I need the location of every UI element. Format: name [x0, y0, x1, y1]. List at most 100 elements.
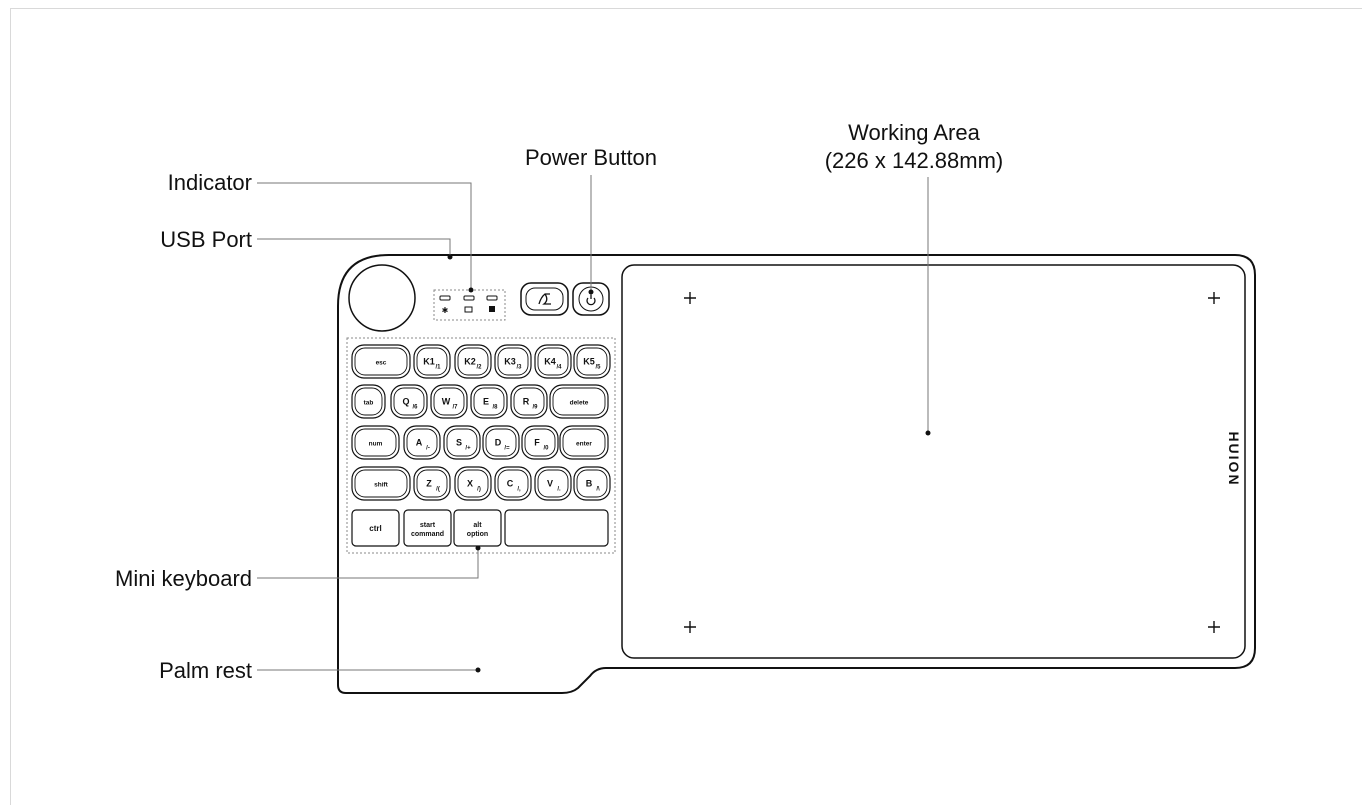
key-q[interactable]: Q/6 — [390, 384, 428, 419]
key-sublabel: /6 — [412, 405, 418, 411]
key-a[interactable]: A/- — [403, 425, 441, 460]
key-k3[interactable]: K3/3 — [494, 344, 532, 379]
key-label: S — [456, 438, 462, 448]
key-delete[interactable]: delete — [549, 384, 609, 419]
key-sublabel: /= — [504, 446, 510, 452]
key-sublabel: /1 — [435, 365, 441, 371]
key-num[interactable]: num — [351, 425, 400, 460]
key-x[interactable]: X /) — [454, 466, 492, 501]
label-working-area-size: (226 x 142.88mm) — [825, 148, 1004, 173]
key-label: K2 — [464, 357, 476, 367]
tablet-body-outline — [337, 254, 1256, 694]
key-r[interactable]: R/9 — [510, 384, 548, 419]
corner-markers — [684, 292, 1220, 633]
key-enter[interactable]: enter — [559, 425, 609, 460]
key-c[interactable]: C/, — [494, 466, 532, 501]
label-mini-keyboard: Mini keyboard — [115, 566, 252, 591]
key-label: K3 — [504, 357, 516, 367]
key-alt[interactable]: alt option — [453, 509, 502, 547]
key-esc[interactable]: esc — [351, 344, 411, 379]
label-usb-port: USB Port — [160, 227, 252, 252]
label-power-button: Power Button — [525, 145, 657, 170]
key-label: C — [507, 479, 514, 489]
key-label: E — [483, 397, 489, 407]
led-battery — [463, 295, 475, 301]
working-area — [621, 264, 1246, 659]
mode-icon — [489, 306, 495, 312]
key-label: Z — [426, 479, 432, 489]
key-sublabel: /- — [426, 446, 430, 452]
label-palm-rest: Palm rest — [159, 658, 252, 683]
key-tab[interactable]: tab — [351, 384, 386, 419]
key-k2[interactable]: K2/2 — [454, 344, 492, 379]
key-k4[interactable]: K4/4 — [534, 344, 572, 379]
key-ctrl[interactable]: ctrl — [351, 509, 400, 547]
key-sublabel: /3 — [516, 365, 522, 371]
key-label: num — [369, 441, 383, 448]
key-sublabel: /4 — [556, 365, 562, 371]
indicator-leds — [439, 295, 498, 301]
tablet-diagram: HUION ✱ esc K1/1K2/2K3/3K4/4K5/5tab Q/6W/7… — [115, 120, 1256, 694]
key-label: A — [416, 438, 423, 448]
key-sublabel: /. — [557, 487, 561, 493]
key-sublabel: /8 — [492, 405, 498, 411]
key-label: K1 — [423, 357, 435, 367]
key-s[interactable]: S/+ — [443, 425, 481, 460]
key-label: K5 — [583, 357, 595, 367]
key-sublabel: /7 — [452, 405, 458, 411]
key-label: delete — [570, 400, 589, 407]
key-label: esc — [376, 360, 387, 367]
power-icon — [586, 294, 596, 306]
indicator-icons: ✱ — [442, 306, 495, 315]
label-indicator: Indicator — [168, 170, 252, 195]
key-k5[interactable]: K5/5 — [573, 344, 611, 379]
key-sublabel: /9 — [532, 405, 538, 411]
key-label: start — [420, 522, 436, 529]
key-sublabel: /2 — [476, 365, 482, 371]
indicator-panel — [433, 289, 506, 321]
dial[interactable] — [348, 264, 416, 332]
key-z[interactable]: Z /( — [413, 466, 451, 501]
battery-icon — [464, 306, 473, 313]
key-space[interactable] — [504, 509, 609, 547]
key-v[interactable]: V /. — [534, 466, 572, 501]
key-sublabel: /+ — [465, 446, 471, 452]
key-b[interactable]: B/\ — [573, 466, 611, 501]
key-label: F — [534, 438, 540, 448]
leader-dots — [447, 254, 931, 673]
key-f[interactable]: F/0 — [521, 425, 559, 460]
key-sublabel: /) — [477, 487, 481, 493]
key-label: K4 — [544, 357, 556, 367]
key-label: B — [586, 479, 593, 489]
label-working-area: Working Area — [848, 120, 980, 145]
key-sublabel: /, — [517, 487, 521, 493]
key-sublabel: command — [411, 531, 444, 538]
key-sublabel: /5 — [595, 365, 601, 371]
bluetooth-icon: ✱ — [442, 306, 449, 315]
led-mode — [486, 295, 498, 301]
led-bluetooth — [439, 295, 451, 301]
key-label: V — [547, 479, 553, 489]
mini-keyboard: esc K1/1K2/2K3/3K4/4K5/5tab Q/6W/7E/8R/9de… — [351, 344, 611, 547]
key-label: W — [442, 397, 451, 407]
key-w[interactable]: W/7 — [430, 384, 468, 419]
key-e[interactable]: E/8 — [470, 384, 508, 419]
leader-lines — [257, 175, 929, 671]
key-shift[interactable]: shift — [351, 466, 411, 501]
brand-logo: HUION — [1226, 431, 1242, 486]
key-label: shift — [374, 482, 389, 489]
key-label: Q — [402, 397, 409, 407]
key-d[interactable]: D/= — [482, 425, 520, 460]
key-label: enter — [576, 441, 592, 448]
key-label: alt — [473, 522, 482, 529]
key-sublabel: /\ — [596, 487, 600, 493]
key-sublabel: /( — [436, 487, 440, 493]
key-k1[interactable]: K1/1 — [413, 344, 451, 379]
key-label: X — [467, 479, 473, 489]
key-label: R — [523, 397, 530, 407]
key-start[interactable]: start command — [403, 509, 452, 547]
key-sublabel: option — [467, 531, 488, 538]
key-label: D — [495, 438, 502, 448]
key-label: ctrl — [369, 524, 381, 533]
key-label: tab — [364, 400, 374, 407]
